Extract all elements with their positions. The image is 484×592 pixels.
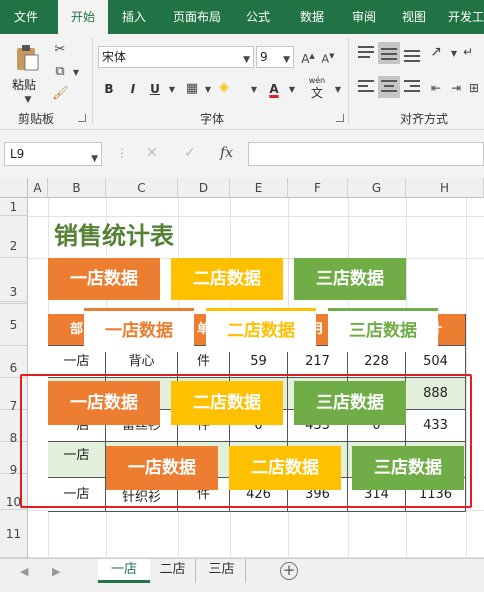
borders-icon[interactable]: ▦ <box>184 81 200 97</box>
store3-data-button[interactable]: 三店数据 <box>328 308 438 352</box>
worksheet-grid[interactable]: A B C D E F G H 1 2 3 4 5 6 7 8 9 10 11 … <box>0 178 484 558</box>
store2-data-button[interactable]: 二店数据 <box>171 258 283 300</box>
format-painter-icon[interactable]: 🖌 <box>52 86 69 102</box>
underline-dropdown-icon[interactable]: ▼ <box>164 82 180 98</box>
tab-data[interactable]: 数据 <box>290 0 334 34</box>
tab-developer[interactable]: 开发工 <box>446 0 484 34</box>
copy-dropdown-icon[interactable]: ▼ <box>68 65 84 81</box>
formula-input[interactable] <box>248 142 484 166</box>
wrap-text-icon[interactable]: ↵ <box>460 44 476 60</box>
ribbon-home: 粘贴 ▼ ✂ ⧉ ▼ 🖌 剪贴板 宋体 ▼ 9 ▼ A▲ A▼ B I U ▼ … <box>0 34 484 130</box>
fill-color-icon[interactable]: ◈ <box>216 80 232 96</box>
tab-insert[interactable]: 插入 <box>112 0 156 34</box>
phonetic-char: 文 <box>310 86 323 100</box>
store1-data-button[interactable]: 一店数据 <box>48 258 160 300</box>
group-divider <box>92 38 93 124</box>
sheet-tab-1[interactable]: 一店 <box>98 559 150 583</box>
font-name-value: 宋体 <box>102 50 127 64</box>
font-color-dropdown-icon[interactable]: ▼ <box>284 82 300 98</box>
row-header[interactable]: 11 <box>0 510 28 558</box>
fill-color-dropdown-icon[interactable]: ▼ <box>246 82 262 98</box>
highlight-frame <box>20 374 472 508</box>
font-group-label: 字体 <box>200 112 225 126</box>
store2-data-button[interactable]: 二店数据 <box>206 308 316 352</box>
merge-center-icon[interactable]: ⊞ <box>466 80 482 96</box>
excel-window: 文件 开始 插入 页面布局 公式 数据 审阅 视图 开发工 粘贴 ▼ ✂ ⧉ ▼… <box>0 0 484 592</box>
tab-page-layout[interactable]: 页面布局 <box>166 0 228 34</box>
column-header[interactable]: E <box>230 178 288 198</box>
column-header[interactable]: H <box>406 178 484 198</box>
paste-dropdown-icon[interactable]: ▼ <box>20 92 36 108</box>
underline-button[interactable]: U <box>148 80 162 98</box>
increase-indent-icon[interactable]: ⇥ <box>448 80 464 96</box>
column-header[interactable]: D <box>178 178 230 198</box>
row-header[interactable]: 3 <box>0 258 28 302</box>
chevron-down-icon: ▼ <box>243 55 250 65</box>
column-header[interactable]: A <box>28 178 48 198</box>
phonetic-pinyin: wén <box>308 76 326 85</box>
cut-icon[interactable]: ✂ <box>52 42 68 58</box>
column-header[interactable]: B <box>48 178 106 198</box>
font-name-select[interactable]: 宋体 ▼ <box>98 46 254 68</box>
orientation-icon[interactable]: ↗ <box>428 44 444 60</box>
sheet-next-icon[interactable]: ▶ <box>52 565 60 578</box>
column-header[interactable]: F <box>288 178 348 198</box>
cancel-icon[interactable]: ✕ <box>146 145 158 161</box>
group-divider <box>348 38 349 124</box>
phonetic-dropdown-icon[interactable]: ▼ <box>330 82 346 98</box>
store1-data-button[interactable]: 一店数据 <box>84 308 194 352</box>
paste-button-label[interactable]: 粘贴 <box>12 76 36 93</box>
formula-bar: L9 ▼ ⋮ ✕ ✓ fx <box>0 130 484 178</box>
row-header[interactable]: 2 <box>0 216 28 258</box>
chevron-down-icon: ▼ <box>283 55 290 65</box>
align-middle-icon[interactable] <box>379 44 399 62</box>
italic-button[interactable]: I <box>126 80 140 98</box>
clipboard-group-label: 剪贴板 <box>18 112 55 126</box>
chevron-down-icon: ▼ <box>91 154 98 164</box>
font-size-select[interactable]: 9 ▼ <box>256 46 294 68</box>
grow-font-icon[interactable]: A▲ <box>300 48 316 66</box>
sheet-prev-icon[interactable]: ◀ <box>20 565 28 578</box>
font-launcher-icon[interactable] <box>336 114 344 122</box>
font-color-button[interactable]: A <box>266 80 282 98</box>
name-box[interactable]: L9 ▼ <box>4 142 102 166</box>
borders-dropdown-icon[interactable]: ▼ <box>200 82 216 98</box>
phonetic-button[interactable]: wén 文 <box>306 76 328 102</box>
column-header[interactable]: C <box>106 178 178 198</box>
tab-formulas[interactable]: 公式 <box>236 0 280 34</box>
tab-home[interactable]: 开始 <box>58 0 108 36</box>
insert-function-icon[interactable]: fx <box>220 145 233 161</box>
tab-view[interactable]: 视图 <box>392 0 436 34</box>
decrease-indent-icon[interactable]: ⇤ <box>428 80 444 96</box>
ribbon-tab-bar: 文件 开始 插入 页面布局 公式 数据 审阅 视图 开发工 <box>0 0 484 36</box>
tab-review[interactable]: 审阅 <box>342 0 386 34</box>
sheet-tab-3[interactable]: 三店 <box>198 559 246 583</box>
align-top-icon[interactable] <box>356 44 376 62</box>
shrink-font-icon[interactable]: A▼ <box>320 48 336 66</box>
sheet-tab-2[interactable]: 二店 <box>150 559 196 583</box>
copy-icon[interactable]: ⧉ <box>52 64 68 80</box>
align-left-icon[interactable] <box>356 78 376 96</box>
column-header[interactable]: G <box>348 178 406 198</box>
tab-file[interactable]: 文件 <box>4 0 48 34</box>
font-size-value: 9 <box>260 50 268 64</box>
align-right-icon[interactable] <box>402 78 422 96</box>
align-center-icon[interactable] <box>379 78 399 96</box>
formula-buttons: ✕ ✓ fx <box>138 142 244 166</box>
bold-button[interactable]: B <box>102 80 116 98</box>
name-box-value: L9 <box>10 147 25 161</box>
align-bottom-icon[interactable] <box>402 44 422 62</box>
add-sheet-icon[interactable]: + <box>280 562 298 580</box>
enter-icon[interactable]: ✓ <box>184 145 196 161</box>
row-header[interactable]: 5 <box>0 304 28 346</box>
sheet-title: 销售统计表 <box>54 222 174 250</box>
paste-icon[interactable] <box>14 44 40 72</box>
clipboard-launcher-icon[interactable] <box>78 114 86 122</box>
select-all-corner[interactable] <box>0 178 28 198</box>
row-header[interactable]: 1 <box>0 198 28 216</box>
store3-data-button[interactable]: 三店数据 <box>294 258 406 300</box>
more-handle-icon[interactable]: ⋮ <box>116 146 128 160</box>
sheet-tab-bar: ◀ ▶ 一店 二店 三店 + <box>0 558 484 592</box>
alignment-group-label: 对齐方式 <box>400 112 449 126</box>
